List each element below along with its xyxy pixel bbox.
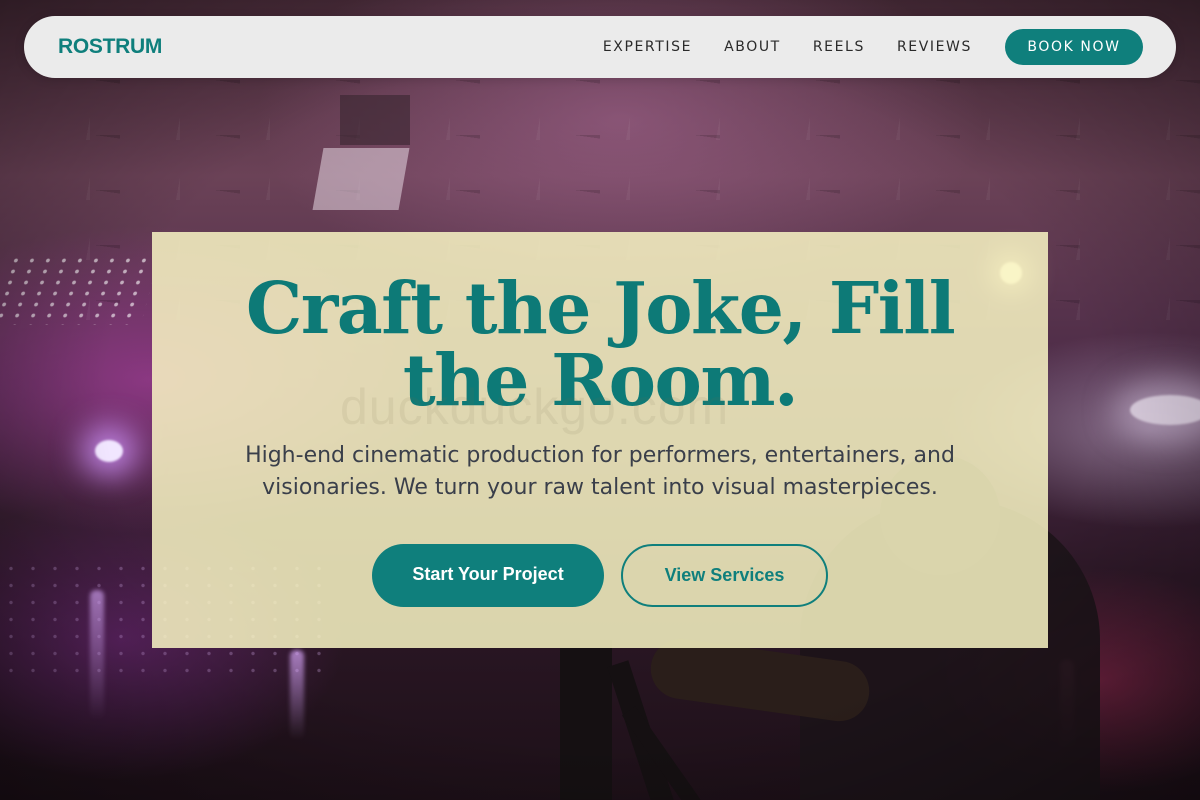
nav-links: EXPERTISE ABOUT REELS REVIEWS [603, 39, 972, 55]
nav-link-reviews[interactable]: REVIEWS [897, 39, 972, 55]
nav-link-about[interactable]: ABOUT [724, 39, 781, 55]
hero-subtitle: High-end cinematic production for perfor… [245, 443, 955, 500]
book-now-button[interactable]: BOOK NOW [1005, 29, 1143, 65]
nav-link-reels[interactable]: REELS [813, 39, 865, 55]
view-services-button[interactable]: View Services [621, 544, 828, 607]
image-watermark: duckduckgo.com [340, 379, 730, 435]
hero-button-row: Start Your Project View Services [152, 544, 1048, 607]
brand-logo[interactable]: ROSTRUM [58, 35, 162, 59]
start-project-button[interactable]: Start Your Project [372, 544, 604, 607]
hero-card: Craft the Joke, Fill the Room. High-end … [152, 232, 1048, 648]
top-navbar: ROSTRUM EXPERTISE ABOUT REELS REVIEWS BO… [24, 16, 1176, 78]
nav-link-expertise[interactable]: EXPERTISE [603, 39, 692, 55]
